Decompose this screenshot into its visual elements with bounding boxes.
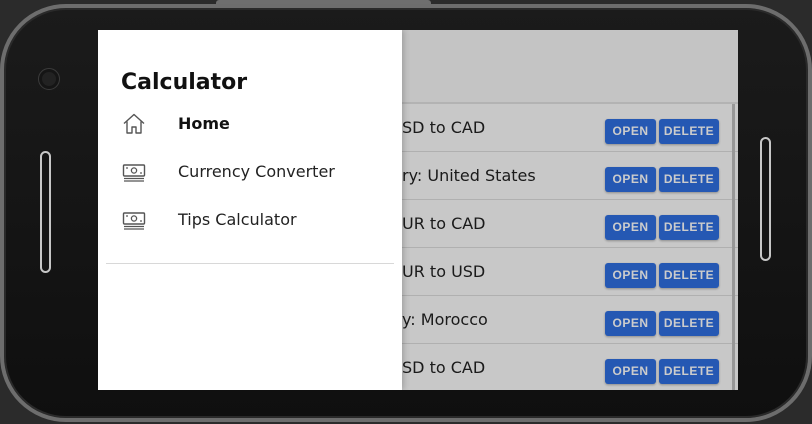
home-icon	[122, 112, 146, 136]
nav-item-label: Currency Converter	[178, 162, 335, 181]
nav-item-label: Home	[178, 114, 230, 133]
nav-item-label: Tips Calculator	[178, 210, 297, 229]
navigation-drawer: Calculator Home Currency Converter Tips …	[98, 30, 402, 390]
cash-icon	[122, 208, 146, 232]
phone-frame: SD to CAD OPEN DELETE ry: United States …	[0, 0, 812, 424]
drawer-divider	[106, 263, 394, 264]
speaker-slot-left	[40, 151, 51, 273]
nav-item-tips-calculator[interactable]: Tips Calculator	[98, 198, 402, 242]
screen: SD to CAD OPEN DELETE ry: United States …	[98, 30, 738, 390]
nav-item-home[interactable]: Home	[98, 102, 402, 146]
drawer-title: Calculator	[121, 70, 248, 95]
camera-icon	[38, 68, 60, 90]
nav-item-currency-converter[interactable]: Currency Converter	[98, 150, 402, 194]
cash-icon	[122, 160, 146, 184]
speaker-slot-right	[760, 137, 771, 261]
